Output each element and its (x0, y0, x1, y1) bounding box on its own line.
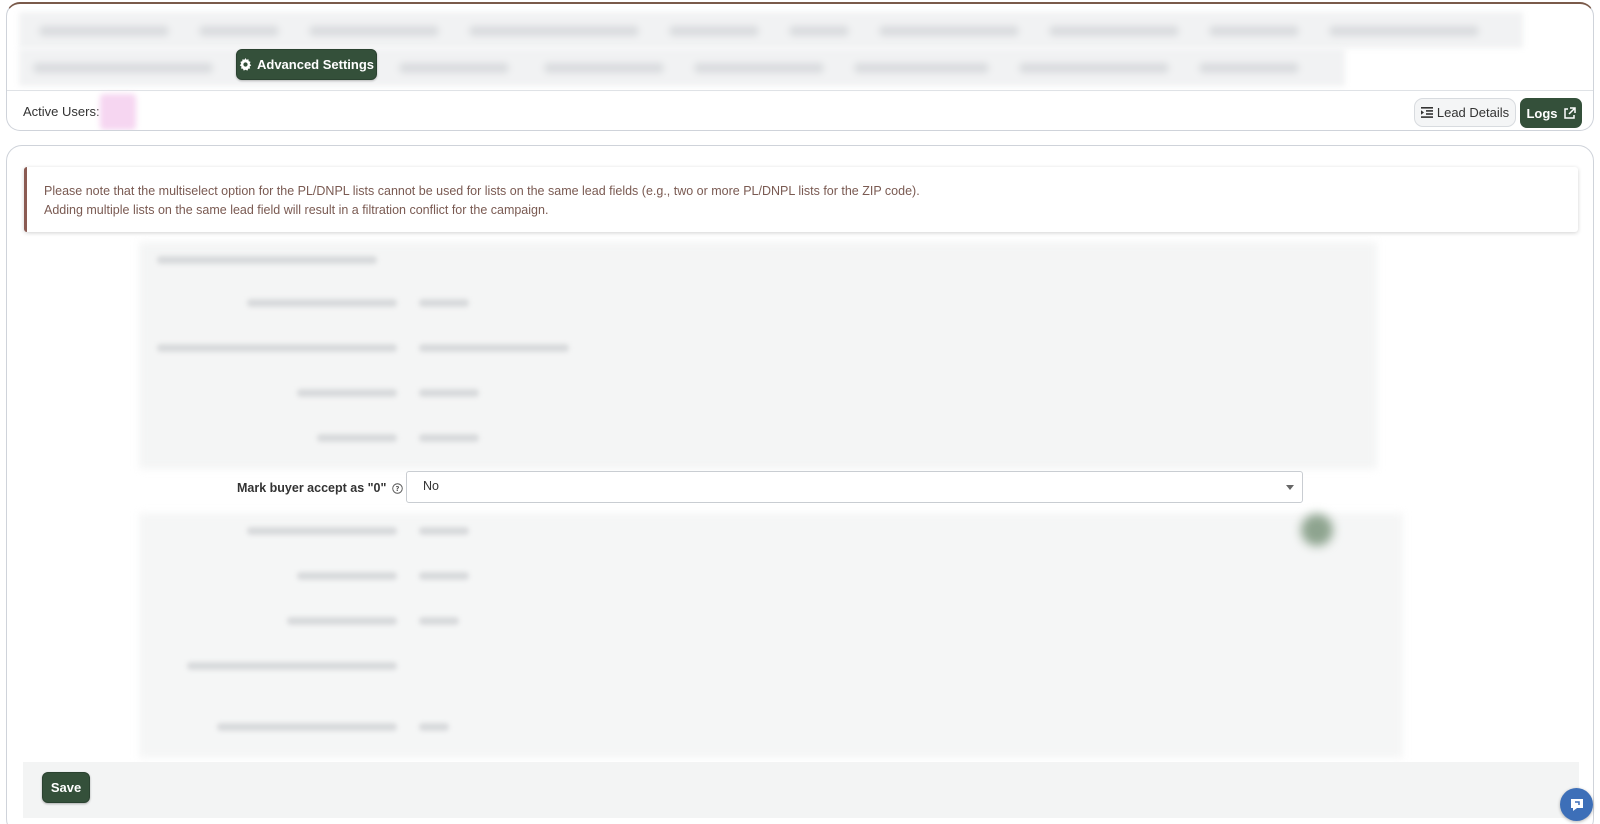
mark-buyer-accept-select[interactable]: No (406, 471, 1303, 503)
blurred-field (419, 527, 469, 535)
chat-icon (1570, 798, 1583, 811)
top-navigation-card: Advanced Settings Active Users: Lead Det… (6, 2, 1594, 131)
tabs-row-blurred (19, 48, 1345, 86)
blurred-field (187, 662, 397, 670)
notice-line-2: Adding multiple lists on the same lead f… (44, 203, 549, 217)
blurred-field (317, 434, 397, 442)
blurred-field (297, 572, 397, 580)
blurred-toggle (1301, 514, 1333, 546)
chat-widget-button[interactable] (1560, 788, 1593, 821)
blurred-field (157, 256, 377, 264)
mark-buyer-accept-text: Mark buyer accept as "0" (237, 481, 387, 495)
select-value: No (423, 479, 439, 493)
blurred-field (247, 299, 397, 307)
lead-details-label: Lead Details (1436, 105, 1510, 120)
blurred-field (419, 572, 469, 580)
blurred-field (419, 389, 479, 397)
active-user-avatar[interactable] (100, 94, 136, 130)
advanced-settings-tab[interactable]: Advanced Settings (236, 49, 377, 80)
blurred-settings-fields (139, 513, 1403, 758)
blurred-field (419, 723, 449, 731)
multiselect-notice-alert: Please note that the multiselect option … (24, 167, 1578, 232)
blurred-field (217, 723, 397, 731)
blurred-field (419, 299, 469, 307)
chevron-down-icon (1286, 485, 1294, 490)
active-users-label: Active Users: (23, 104, 100, 119)
blurred-field (419, 434, 479, 442)
notice-line-1: Please note that the multiselect option … (44, 184, 920, 198)
tabs-row-blurred (19, 12, 1523, 48)
form-footer: Save (23, 762, 1579, 818)
blurred-field (419, 617, 459, 625)
logs-button[interactable]: Logs (1520, 98, 1582, 128)
settings-card: Please note that the multiselect option … (6, 145, 1594, 824)
blurred-field (157, 344, 397, 352)
svg-text:?: ? (396, 484, 400, 492)
logs-label: Logs (1526, 105, 1558, 121)
gear-icon (239, 58, 252, 71)
blurred-field (297, 389, 397, 397)
blurred-field (247, 527, 397, 535)
advanced-settings-label: Advanced Settings (256, 57, 375, 72)
help-icon[interactable]: ? (392, 482, 404, 494)
save-button[interactable]: Save (42, 772, 90, 803)
external-link-icon (1563, 106, 1576, 119)
blurred-field (419, 344, 569, 352)
blurred-field (287, 617, 397, 625)
list-indent-icon (1420, 107, 1433, 118)
lead-details-button[interactable]: Lead Details (1414, 98, 1516, 127)
mark-buyer-accept-label: Mark buyer accept as "0" ? (237, 481, 404, 495)
divider (7, 90, 1593, 91)
